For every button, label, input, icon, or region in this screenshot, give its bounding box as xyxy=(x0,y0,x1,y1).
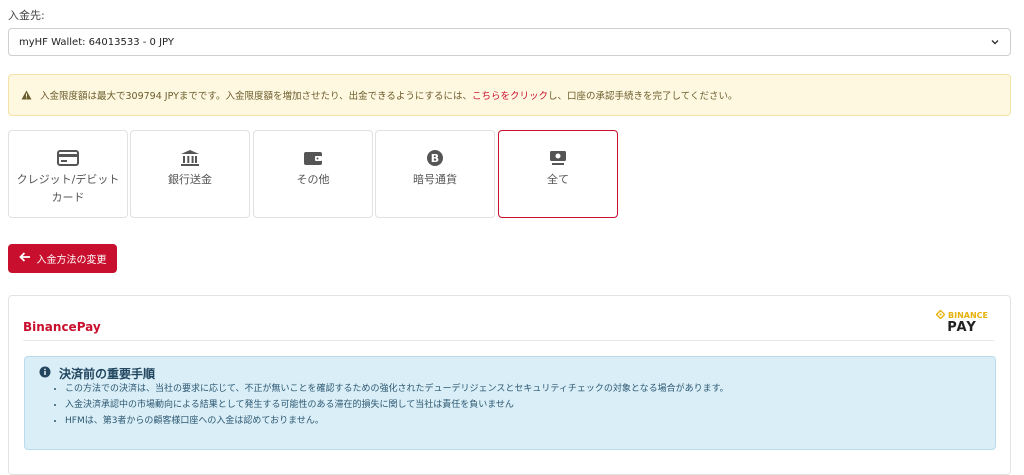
svg-text:B: B xyxy=(431,152,439,165)
wallet-select[interactable]: myHF Wallet: 64013533 - 0 JPY xyxy=(8,28,1011,56)
binance-diamond-icon xyxy=(935,309,946,321)
panel-title: BinancePay xyxy=(23,320,101,334)
method-tile-card[interactable]: クレジット/デビットカード xyxy=(8,130,128,218)
method-tile-all[interactable]: 全て xyxy=(498,130,618,218)
logo-top-text: BINANCE xyxy=(948,311,988,320)
wallet-icon xyxy=(303,149,323,167)
info-heading: 決済前の重要手順 xyxy=(59,367,156,381)
method-tile-bank[interactable]: 銀行送金 xyxy=(130,130,250,218)
change-method-button[interactable]: 入金方法の変更 xyxy=(8,244,117,273)
deposit-to-label: 入金先: xyxy=(8,9,45,22)
verify-account-link[interactable]: こちらをクリック xyxy=(472,88,548,102)
logo-bottom-text: PAY xyxy=(947,320,977,335)
change-method-label: 入金方法の変更 xyxy=(36,255,107,266)
credit-card-icon xyxy=(57,149,79,167)
binancepay-panel: BinancePay BINANCE PAY 決済前の重要手順 この方法での決済… xyxy=(8,295,1011,475)
bitcoin-icon: B xyxy=(426,149,444,167)
deposit-limit-warning: 入金限度額は最大で309794 JPYまでです。入金限度額を増加させたり、出金で… xyxy=(8,74,1011,116)
method-label: 銀行送金 xyxy=(168,173,212,186)
chevron-down-icon xyxy=(990,37,1000,50)
wallet-select-value: myHF Wallet: 64013533 - 0 JPY xyxy=(19,36,174,48)
warning-text-after: し、口座の承認手続きを完了してください。 xyxy=(548,91,738,102)
important-info-box: 決済前の重要手順 この方法での決済は、当社の要求に応じて、不正が無いことを確認す… xyxy=(24,356,996,450)
arrow-left-icon xyxy=(18,252,31,265)
money-icon xyxy=(549,149,567,167)
bank-icon xyxy=(180,149,200,167)
method-label: その他 xyxy=(296,173,330,186)
list-item: 入金決済承認中の市場動向による結果として発生する可能性のある滞在的損失に関して当… xyxy=(65,399,729,412)
warning-text-before: 入金限度額は最大で309794 JPYまでです。入金限度額を増加させたり、出金で… xyxy=(40,91,472,102)
list-item: HFMは、第3者からの顧客様口座への入金は認めておりません。 xyxy=(65,415,729,428)
info-list: この方法での決済は、当社の要求に応じて、不正が無いことを確認するための強化された… xyxy=(53,383,729,431)
method-label: 暗号通貨 xyxy=(413,173,457,186)
info-icon xyxy=(39,366,51,381)
divider xyxy=(23,340,994,341)
method-label: 全て xyxy=(547,173,569,186)
binance-pay-logo: BINANCE PAY xyxy=(935,309,988,335)
method-tile-crypto[interactable]: B 暗号通貨 xyxy=(375,130,495,218)
method-tile-other[interactable]: その他 xyxy=(253,130,373,218)
method-label: クレジット/デビットカード xyxy=(16,173,120,204)
list-item: この方法での決済は、当社の要求に応じて、不正が無いことを確認するための強化された… xyxy=(65,383,729,396)
warning-icon xyxy=(21,90,32,100)
